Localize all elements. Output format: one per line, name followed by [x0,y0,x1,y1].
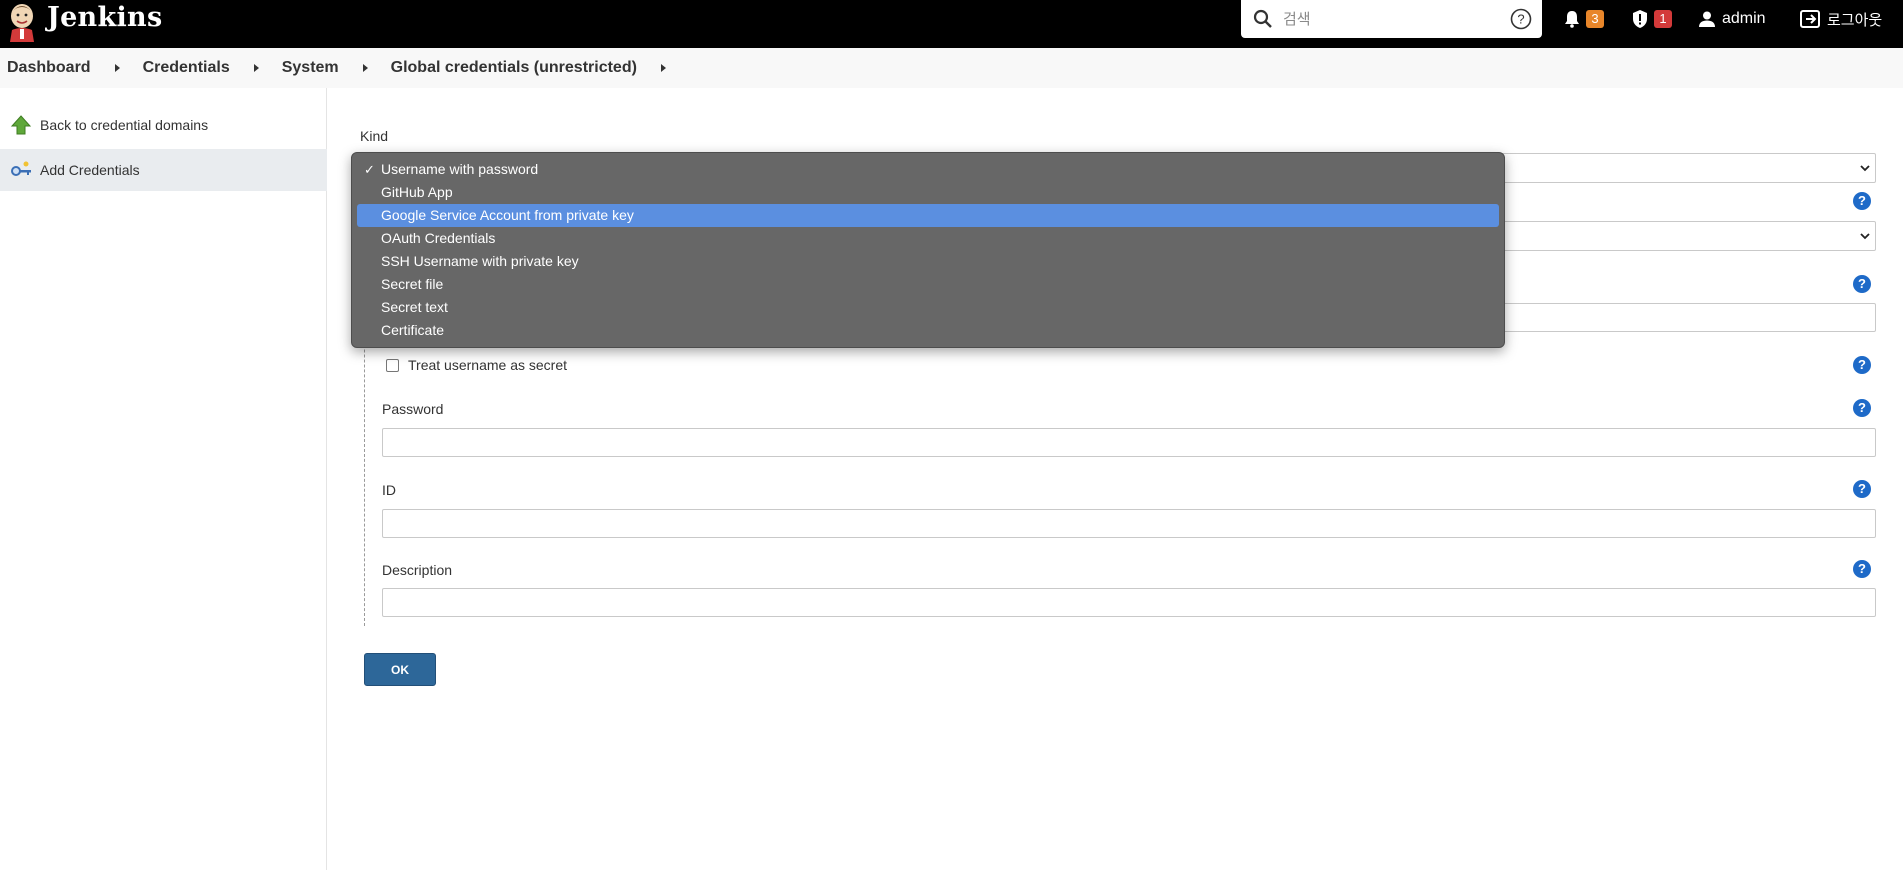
breadcrumb: Dashboard Credentials System Global cred… [0,48,1903,88]
option-label: SSH Username with private key [381,253,579,269]
dropdown-option-secret-text[interactable]: Secret text [357,296,1499,319]
search-input[interactable] [1283,6,1503,32]
option-label: Google Service Account from private key [381,207,634,223]
kind-label: Kind [360,128,389,144]
logout-icon [1800,10,1820,28]
chevron-down-icon [1860,165,1870,172]
up-arrow-icon [10,115,32,135]
jenkins-logo-icon[interactable] [6,2,38,42]
notifications-badge: 3 [1586,10,1604,28]
breadcrumb-dashboard[interactable]: Dashboard [7,59,91,77]
username-label: admin [1722,10,1766,27]
id-help-icon[interactable]: ? [1853,480,1871,498]
notifications-button[interactable]: 3 [1563,0,1604,38]
id-label: ID [382,482,396,498]
top-header: Jenkins ? 3 1 admin [0,0,1903,48]
ok-button[interactable]: OK [364,653,436,686]
dropdown-option-secret-file[interactable]: Secret file [357,273,1499,296]
kind-dropdown-menu: ✓ Username with password GitHub App Goog… [351,152,1505,348]
username-help-icon[interactable]: ? [1853,275,1871,293]
logout-button[interactable]: 로그아웃 [1800,0,1882,38]
dropdown-option-username-password[interactable]: ✓ Username with password [357,158,1499,181]
option-label: Secret file [381,276,444,292]
treat-username-help-icon[interactable]: ? [1853,356,1871,374]
breadcrumb-system[interactable]: System [282,59,339,77]
security-badge: 1 [1654,10,1672,28]
breadcrumb-caret-icon[interactable] [114,64,120,72]
treat-username-label[interactable]: Treat username as secret [408,357,567,373]
dropdown-option-certificate[interactable]: Certificate [357,319,1499,342]
side-panel: Back to credential domains Add Credentia… [0,88,327,870]
treat-username-checkbox[interactable] [386,359,399,372]
dropdown-option-google-service-account[interactable]: Google Service Account from private key [357,204,1499,227]
dropdown-option-oauth[interactable]: OAuth Credentials [357,227,1499,250]
breadcrumb-global-credentials[interactable]: Global credentials (unrestricted) [391,59,637,77]
option-label: Username with password [381,161,539,177]
bell-icon [1565,11,1579,28]
dropdown-option-ssh-key[interactable]: SSH Username with private key [357,250,1499,273]
password-label: Password [382,401,444,417]
logout-label: 로그아웃 [1827,11,1883,29]
user-icon [1699,11,1715,27]
breadcrumb-credentials[interactable]: Credentials [143,59,230,77]
option-label: GitHub App [381,184,453,200]
breadcrumb-caret-icon[interactable] [253,64,259,72]
password-field[interactable] [382,428,1876,457]
sidebar-item-add-credentials[interactable]: Add Credentials [0,149,327,191]
sidebar-item-label: Back to credential domains [40,117,209,133]
password-help-icon[interactable]: ? [1853,399,1871,417]
scope-help-icon[interactable]: ? [1853,192,1871,210]
option-label: Certificate [381,322,445,338]
description-field[interactable] [382,588,1876,617]
option-label: OAuth Credentials [381,230,496,246]
user-menu[interactable]: admin [1698,0,1766,38]
search-icon [1253,9,1272,28]
help-circle-icon[interactable]: ? [1510,8,1532,30]
chevron-down-icon [1860,233,1870,240]
breadcrumb-caret-icon[interactable] [362,64,368,72]
id-field[interactable] [382,509,1876,538]
key-icon [11,161,31,176]
dropdown-option-github-app[interactable]: GitHub App [357,181,1499,204]
security-button[interactable]: 1 [1631,0,1672,38]
description-help-icon[interactable]: ? [1853,560,1871,578]
shield-alert-icon [1633,10,1647,28]
brand-name[interactable]: Jenkins [47,2,162,33]
svg-text:?: ? [1517,12,1524,27]
sidebar-item-back[interactable]: Back to credential domains [0,104,327,146]
sidebar-item-label: Add Credentials [40,162,140,178]
checkmark-icon: ✓ [364,162,375,177]
option-label: Secret text [381,299,448,315]
search-box: ? [1241,0,1542,38]
breadcrumb-caret-icon[interactable] [660,64,666,72]
description-label: Description [382,562,453,578]
